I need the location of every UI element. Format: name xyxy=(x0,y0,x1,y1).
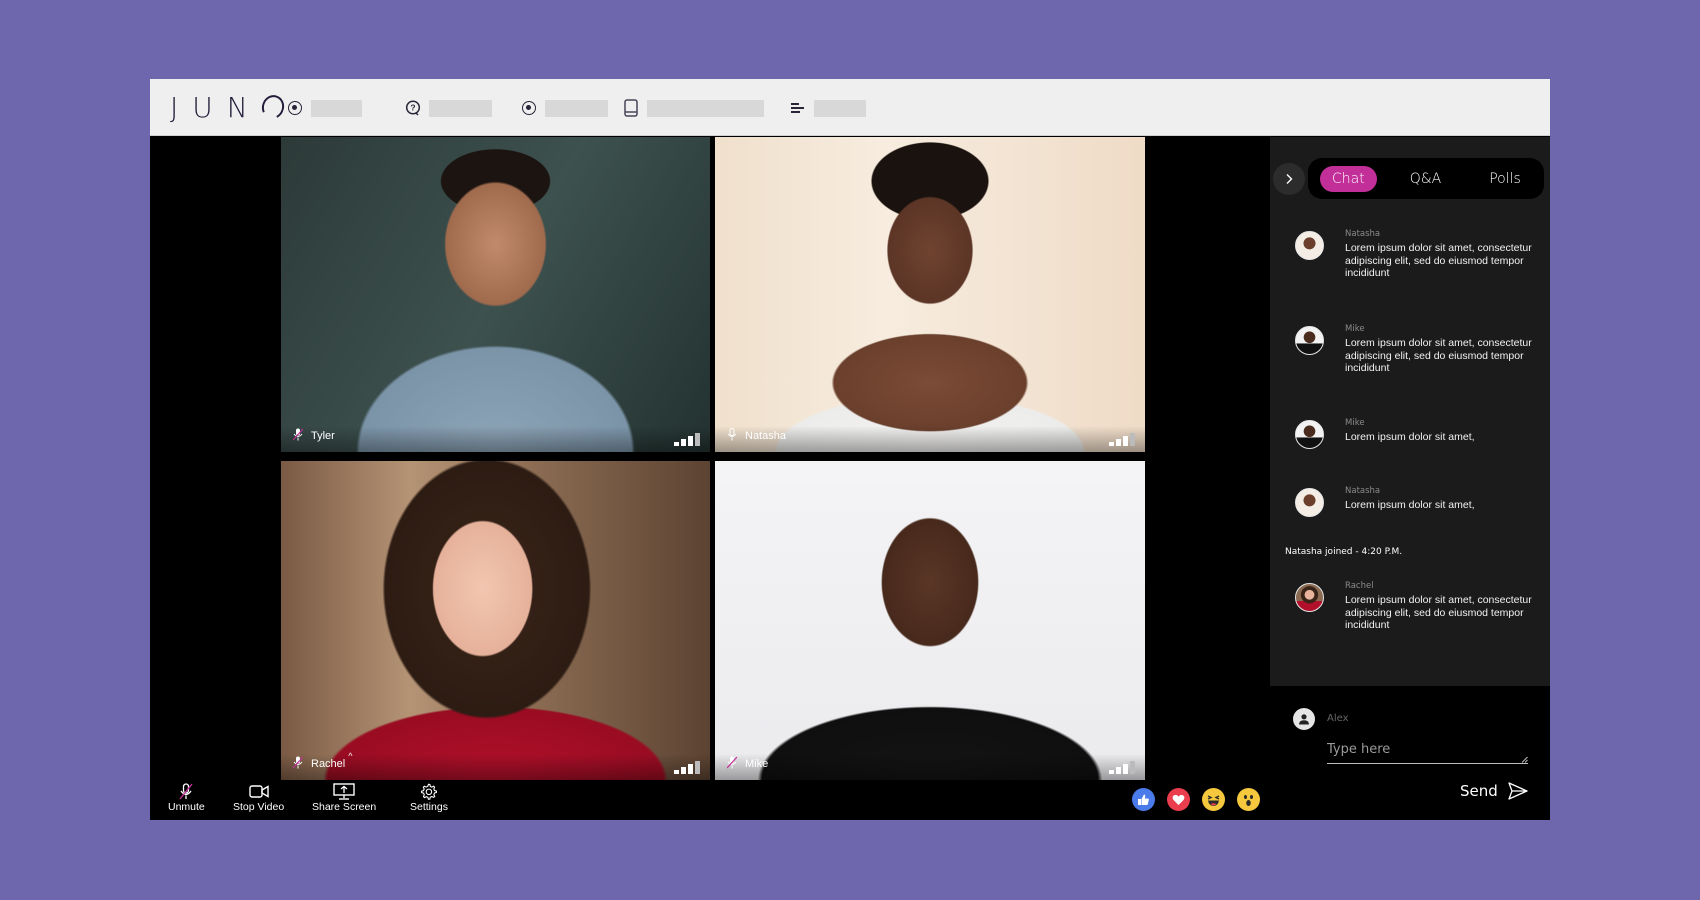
tab-polls[interactable]: Polls xyxy=(1489,171,1521,187)
chat-message: Natasha Lorem ipsum dolor sit amet, xyxy=(1295,486,1545,522)
message-author: Natasha xyxy=(1345,229,1381,239)
nav-item-5[interactable] xyxy=(790,99,866,117)
resize-handle-icon[interactable] xyxy=(1521,756,1528,763)
message-author: Mike xyxy=(1345,324,1365,334)
avatar-rachel xyxy=(1295,583,1324,612)
participant-name: Rachel xyxy=(311,758,346,770)
chat-panel: Chat Q&A Polls Natasha Lorem ipsum dolor… xyxy=(1270,137,1550,820)
chevron-right-icon xyxy=(1286,174,1293,184)
mic-icon xyxy=(727,428,737,444)
participant-video xyxy=(281,137,710,452)
avatar-mike xyxy=(1295,420,1324,449)
video-camera-icon xyxy=(248,785,269,798)
align-left-icon xyxy=(790,100,806,116)
chat-message: Natasha Lorem ipsum dolor sit amet, cons… xyxy=(1295,229,1545,289)
message-author: Natasha xyxy=(1345,486,1381,496)
unmute-button[interactable]: Unmute xyxy=(168,783,205,813)
video-grid: Tyler Natasha Rachel ^ Mike xyxy=(150,137,1270,780)
radio-icon xyxy=(521,100,537,116)
stop-video-button[interactable]: Stop Video xyxy=(233,783,284,813)
thumbs-up-icon xyxy=(1138,794,1149,805)
muted-mic-icon xyxy=(292,428,304,444)
top-header: JUN ? xyxy=(150,79,1550,136)
like-reaction-button[interactable] xyxy=(1132,788,1155,811)
video-tile-mike[interactable]: Mike xyxy=(715,461,1145,780)
message-text: Lorem ipsum dolor sit amet, consectetur … xyxy=(1345,242,1532,279)
muted-mic-icon xyxy=(292,756,304,772)
signal-strength-icon xyxy=(1109,433,1135,446)
compose-area: Alex Send xyxy=(1270,686,1550,820)
muted-mic-icon xyxy=(726,756,738,772)
system-message: Natasha joined - 4:20 P.M. xyxy=(1285,547,1403,557)
heart-icon xyxy=(1172,794,1185,805)
participant-name: Natasha xyxy=(745,430,786,442)
user-avatar-icon xyxy=(1293,708,1315,730)
chat-message: Rachel Lorem ipsum dolor sit amet, conse… xyxy=(1295,581,1545,641)
avatar-natasha xyxy=(1295,231,1324,260)
signal-strength-icon xyxy=(1109,761,1135,774)
message-author: Rachel xyxy=(1345,581,1374,591)
chat-message: Mike Lorem ipsum dolor sit amet, consect… xyxy=(1295,324,1545,384)
video-tile-natasha[interactable]: Natasha xyxy=(715,137,1145,452)
settings-label: Settings xyxy=(410,801,448,813)
app-window: JUN ? Tyler Natasha Rachel ^ Mike Unmute… xyxy=(150,79,1550,820)
video-tile-tyler[interactable]: Tyler xyxy=(281,137,710,452)
message-author: Mike xyxy=(1345,418,1365,428)
signal-strength-icon xyxy=(674,433,700,446)
nav-label-placeholder xyxy=(311,99,362,117)
current-user-name: Alex xyxy=(1327,713,1349,724)
collapse-panel-button[interactable] xyxy=(1273,163,1305,195)
send-button[interactable]: Send xyxy=(1460,782,1528,800)
meeting-toolbar: Unmute Stop Video Share Screen Settings xyxy=(150,780,1270,820)
message-text: Lorem ipsum dolor sit amet, consectetur … xyxy=(1345,594,1532,631)
participant-video xyxy=(281,461,710,780)
settings-button[interactable]: Settings xyxy=(410,783,448,813)
muted-mic-icon xyxy=(179,783,193,800)
gear-icon xyxy=(421,783,438,800)
tab-qa[interactable]: Q&A xyxy=(1410,171,1442,187)
send-label: Send xyxy=(1460,782,1498,800)
chat-tabs: Chat Q&A Polls xyxy=(1308,158,1544,199)
participant-video xyxy=(715,461,1145,780)
nav-item-2[interactable]: ? xyxy=(405,99,492,117)
wow-reaction-button[interactable] xyxy=(1237,788,1260,811)
help-bubble-icon: ? xyxy=(405,100,421,116)
participant-name: Mike xyxy=(745,758,769,770)
send-arrow-icon xyxy=(1508,782,1528,800)
signal-strength-icon xyxy=(674,761,700,774)
nav-label-placeholder xyxy=(429,99,492,117)
share-screen-label: Share Screen xyxy=(312,801,377,813)
nav-item-4[interactable] xyxy=(623,99,764,117)
nav-item-1[interactable] xyxy=(287,99,362,117)
chat-message: Mike Lorem ipsum dolor sit amet, xyxy=(1295,418,1545,454)
tab-chat[interactable]: Chat xyxy=(1320,165,1377,192)
book-icon xyxy=(623,99,639,117)
video-tile-rachel[interactable]: Rachel ^ xyxy=(281,461,710,780)
participant-name: Tyler xyxy=(311,430,335,442)
juno-logo: JUN xyxy=(170,91,288,124)
message-text: Lorem ipsum dolor sit amet, xyxy=(1345,431,1475,443)
laughing-face-icon xyxy=(1207,795,1220,806)
message-text: Lorem ipsum dolor sit amet, consectetur … xyxy=(1345,337,1532,374)
nav-label-placeholder xyxy=(545,99,608,117)
svg-text:?: ? xyxy=(410,103,415,113)
radio-icon xyxy=(287,100,303,116)
avatar-natasha xyxy=(1295,488,1324,517)
nav-item-3[interactable] xyxy=(521,99,608,117)
avatar-mike xyxy=(1295,326,1324,355)
share-screen-button[interactable]: Share Screen xyxy=(312,783,376,813)
unmute-label: Unmute xyxy=(168,801,205,813)
message-input[interactable] xyxy=(1327,736,1528,764)
haha-reaction-button[interactable] xyxy=(1202,788,1225,811)
surprised-face-icon xyxy=(1244,795,1253,806)
stop-video-label: Stop Video xyxy=(233,801,285,813)
nav-label-placeholder xyxy=(814,99,866,117)
share-screen-icon xyxy=(333,783,355,800)
message-text: Lorem ipsum dolor sit amet, xyxy=(1345,499,1475,511)
participant-video xyxy=(715,137,1145,452)
reactions-bar xyxy=(1132,788,1260,811)
raised-hand-caret: ^ xyxy=(348,751,353,761)
love-reaction-button[interactable] xyxy=(1167,788,1190,811)
nav-label-placeholder xyxy=(647,99,764,117)
